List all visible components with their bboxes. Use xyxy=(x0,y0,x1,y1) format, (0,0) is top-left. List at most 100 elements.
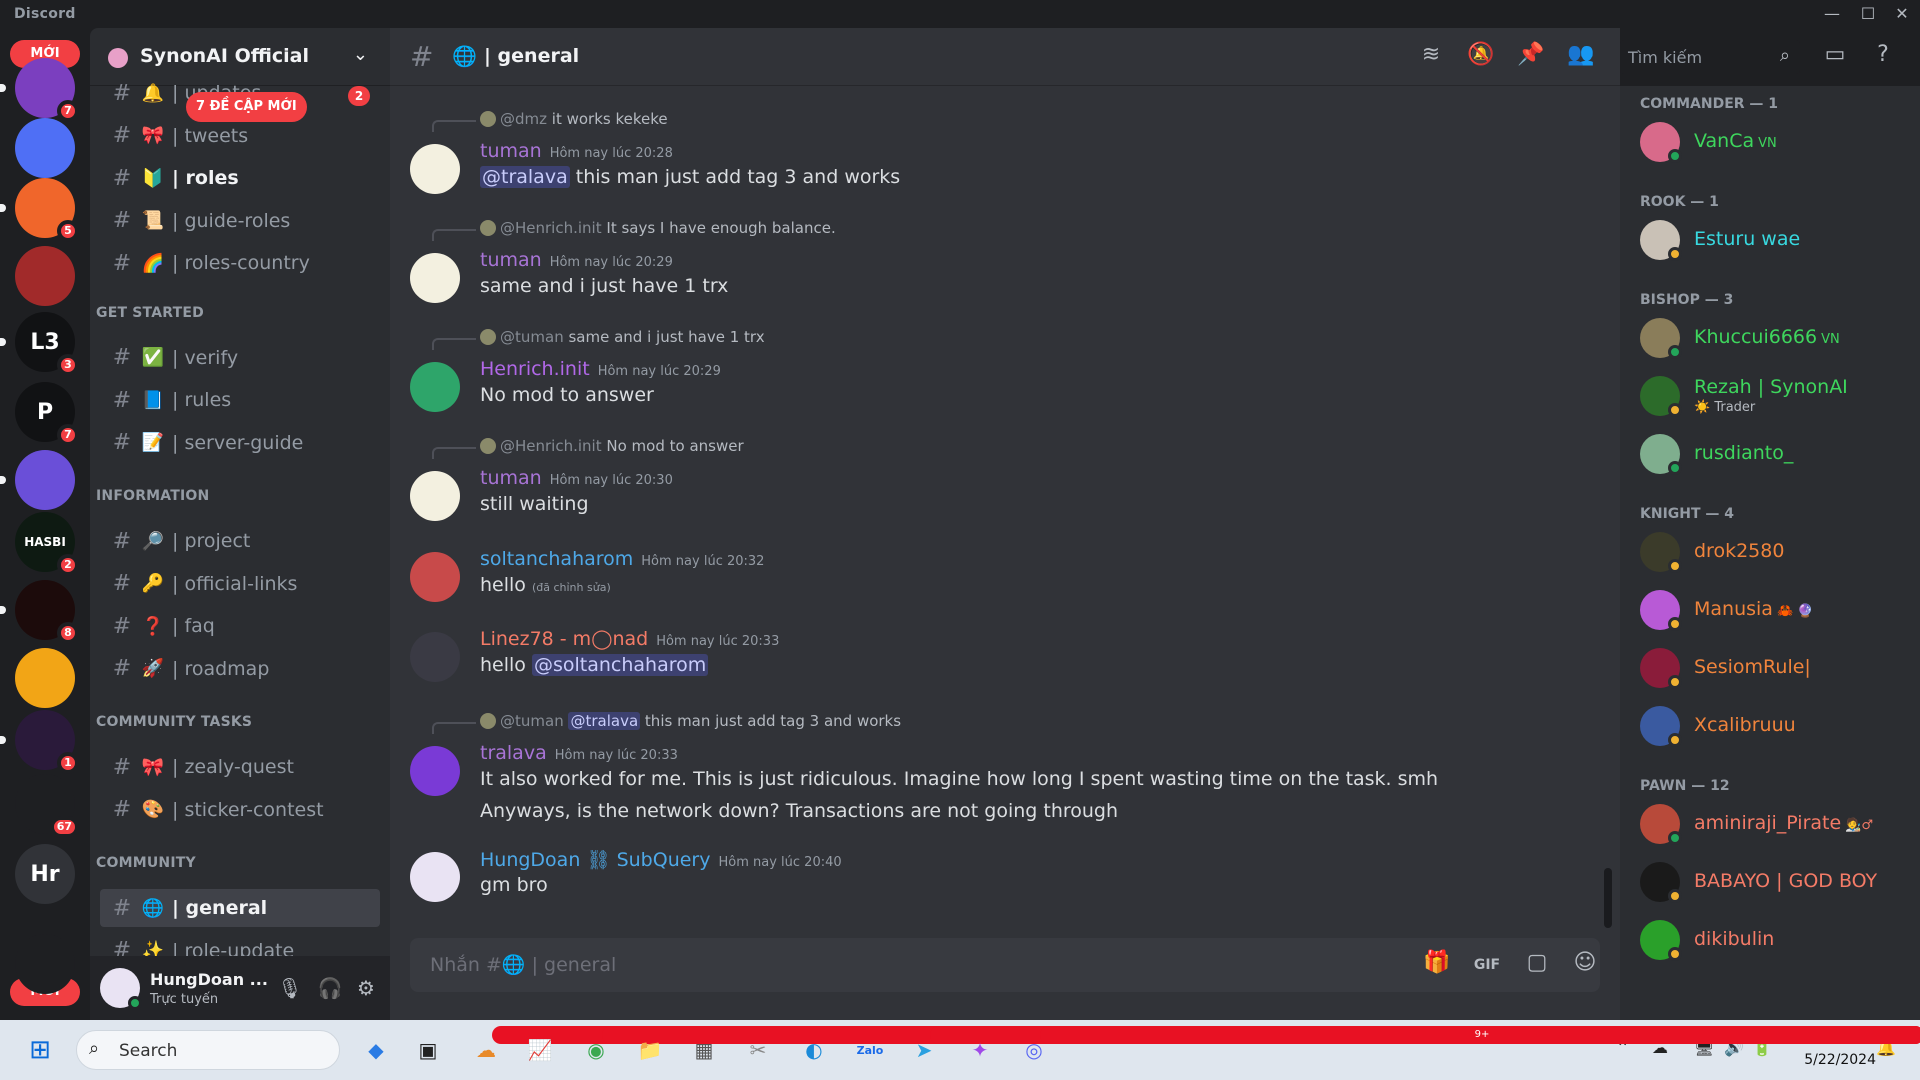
mute-icon[interactable]: 🔕 xyxy=(1466,42,1496,72)
calculator-icon[interactable]: ▦ xyxy=(686,1032,722,1068)
channel-item[interactable]: # 🚀 | roadmap xyxy=(100,650,380,688)
member-item[interactable]: Rezah | SynonAI ☀️ Trader xyxy=(1640,372,1910,420)
avatar[interactable] xyxy=(410,852,460,902)
server-icon[interactable]: 8 xyxy=(15,580,79,644)
member-item[interactable]: Xcalibruuu xyxy=(1640,702,1910,750)
search-icon[interactable]: ⌕ xyxy=(1780,45,1790,66)
server-icon[interactable]: HASBI 2 xyxy=(15,512,79,576)
reply-preview[interactable]: @Henrich.init No mod to answer xyxy=(480,437,744,455)
user-mention[interactable]: @tralava xyxy=(480,166,570,188)
close-icon[interactable]: ✕ xyxy=(1890,3,1914,25)
member-item[interactable]: SesiomRule| xyxy=(1640,644,1910,692)
avatar[interactable] xyxy=(410,552,460,602)
member-item[interactable]: aminiraji_Pirate 🧑‍🎨♂ xyxy=(1640,800,1910,848)
category-header[interactable]: COMMUNITY TASKS xyxy=(96,714,252,730)
edge-icon[interactable]: ◐ xyxy=(796,1032,832,1068)
server-icon[interactable] xyxy=(15,648,75,708)
message-author[interactable]: tuman Hôm nay lúc 20:29 xyxy=(480,249,673,271)
channel-item[interactable]: # 🔑 | official-links xyxy=(100,565,380,603)
server-icon[interactable]: 5 xyxy=(15,178,79,242)
channel-item[interactable]: # 🎀 | zealy-quest xyxy=(100,748,380,786)
server-icon[interactable] xyxy=(15,246,75,306)
reply-preview[interactable]: @tuman same and i just have 1 trx xyxy=(480,328,765,346)
avatar[interactable] xyxy=(410,253,460,303)
member-item[interactable]: rusdianto_ xyxy=(1640,430,1910,478)
message-composer[interactable]: Nhắn #🌐 | general 🎁 GIF ▢ ☺ xyxy=(410,938,1600,992)
channel-item[interactable]: # 🔰 | roles xyxy=(100,159,380,197)
user-mention[interactable]: @soltanchaharom xyxy=(531,654,709,676)
server-icon[interactable] xyxy=(15,118,75,178)
inbox-icon[interactable]: ▭ xyxy=(1820,42,1850,72)
message-author[interactable]: tuman Hôm nay lúc 20:30 xyxy=(480,467,673,489)
gift-icon[interactable]: 🎁 xyxy=(1422,950,1452,980)
reply-preview[interactable]: @Henrich.init It says I have enough bala… xyxy=(480,219,836,237)
message-author[interactable]: Linez78 - m◯nad Hôm nay lúc 20:33 xyxy=(480,628,779,650)
avatar[interactable] xyxy=(410,144,460,194)
member-item[interactable]: Esturu wae xyxy=(1640,216,1910,264)
sticker-icon[interactable]: ▢ xyxy=(1522,950,1552,980)
channel-item[interactable]: # 📜 | guide-roles xyxy=(100,202,380,240)
avatar[interactable] xyxy=(410,632,460,682)
taskbar-search[interactable]: ⌕ Search xyxy=(76,1030,340,1070)
help-icon[interactable]: ? xyxy=(1868,42,1898,72)
scrollbar[interactable] xyxy=(1604,868,1612,928)
search-input[interactable]: Tìm kiếm ⌕ xyxy=(1620,40,1800,74)
channel-item[interactable]: # 🎨 | sticker-contest xyxy=(100,791,380,829)
minimize-icon[interactable]: — xyxy=(1820,3,1844,25)
server-icon[interactable]: Hr xyxy=(15,844,75,904)
category-header[interactable]: INFORMATION xyxy=(96,488,209,504)
avatar[interactable] xyxy=(410,362,460,412)
channel-item[interactable]: # 📘 | rules xyxy=(100,381,380,419)
chevron-down-icon[interactable]: ⌄ xyxy=(353,44,368,65)
gif-icon[interactable]: GIF xyxy=(1472,950,1502,980)
snipping-icon[interactable]: ✂ xyxy=(740,1032,776,1068)
server-icon[interactable] xyxy=(15,450,75,510)
chart-app-icon[interactable]: 📈 xyxy=(522,1032,558,1068)
avatar[interactable] xyxy=(410,471,460,521)
server-icon[interactable]: 1 xyxy=(15,710,79,774)
member-item[interactable]: drok2580 xyxy=(1640,528,1910,576)
channel-item[interactable]: # 🎀 | tweets xyxy=(100,117,380,155)
server-icon[interactable]: 67 xyxy=(15,774,79,838)
reply-preview[interactable]: @dmz it works kekeke xyxy=(480,110,668,128)
message-author[interactable]: tuman Hôm nay lúc 20:28 xyxy=(480,140,673,162)
server-icon[interactable]: L3 3 xyxy=(15,312,79,376)
messenger-icon[interactable]: ✦ xyxy=(962,1032,998,1068)
copilot-icon[interactable]: ◆ xyxy=(358,1032,394,1068)
channel-item[interactable]: # 🌐 | general xyxy=(100,889,380,927)
channel-item[interactable]: # 🌈 | roles-country xyxy=(100,244,380,282)
member-item[interactable]: Khuccui6666 VN xyxy=(1640,314,1910,362)
channel-item[interactable]: # ✅ | verify xyxy=(100,339,380,377)
message-author[interactable]: HungDoan ⛓ SubQuery Hôm nay lúc 20:40 xyxy=(480,848,842,871)
member-item[interactable]: BABAYO | GOD BOY xyxy=(1640,858,1910,906)
task-view-icon[interactable]: ▣ xyxy=(410,1032,446,1068)
server-icon[interactable]: 7 xyxy=(15,58,79,122)
member-item[interactable]: VanCa VN xyxy=(1640,118,1910,166)
reply-preview[interactable]: @tuman @tralava this man just add tag 3 … xyxy=(480,712,901,730)
threads-icon[interactable]: ≋ xyxy=(1416,42,1446,72)
gear-icon[interactable]: ⚙ xyxy=(352,976,380,1004)
pin-icon[interactable]: 📌 xyxy=(1516,42,1546,72)
user-name[interactable]: HungDoan ... xyxy=(150,970,268,989)
member-item[interactable]: Manusia 🦀 🔮 xyxy=(1640,586,1910,634)
category-header[interactable]: COMMUNITY xyxy=(96,855,196,871)
message-author[interactable]: tralava Hôm nay lúc 20:33 xyxy=(480,742,678,764)
server-icon[interactable]: P7 xyxy=(15,382,79,446)
server-icon[interactable] xyxy=(15,934,75,994)
category-header[interactable]: GET STARTED xyxy=(96,305,204,321)
member-item[interactable]: dikibulin xyxy=(1640,916,1910,964)
channel-item[interactable]: # ❓ | faq xyxy=(100,607,380,645)
message-author[interactable]: Henrich.init Hôm nay lúc 20:29 xyxy=(480,358,721,380)
file-explorer-icon[interactable]: 📁 xyxy=(632,1032,668,1068)
members-icon[interactable]: 👥 xyxy=(1566,42,1596,72)
emoji-icon[interactable]: ☺ xyxy=(1570,950,1600,980)
microphone-icon[interactable]: 🎙 xyxy=(276,976,304,1004)
channel-item[interactable]: # 🔎 | project xyxy=(100,522,380,560)
message-author[interactable]: soltanchaharom Hôm nay lúc 20:32 xyxy=(480,548,764,570)
windows-start-icon[interactable]: ⊞ xyxy=(22,1032,58,1068)
new-mentions-popup[interactable]: 7 ĐỀ CẬP MỚI xyxy=(186,92,307,122)
avatar[interactable] xyxy=(410,746,460,796)
headphones-icon[interactable]: 🎧 xyxy=(316,976,344,1004)
maximize-icon[interactable]: ☐ xyxy=(1856,3,1880,25)
zalo-icon[interactable]: Zalo xyxy=(852,1032,888,1068)
